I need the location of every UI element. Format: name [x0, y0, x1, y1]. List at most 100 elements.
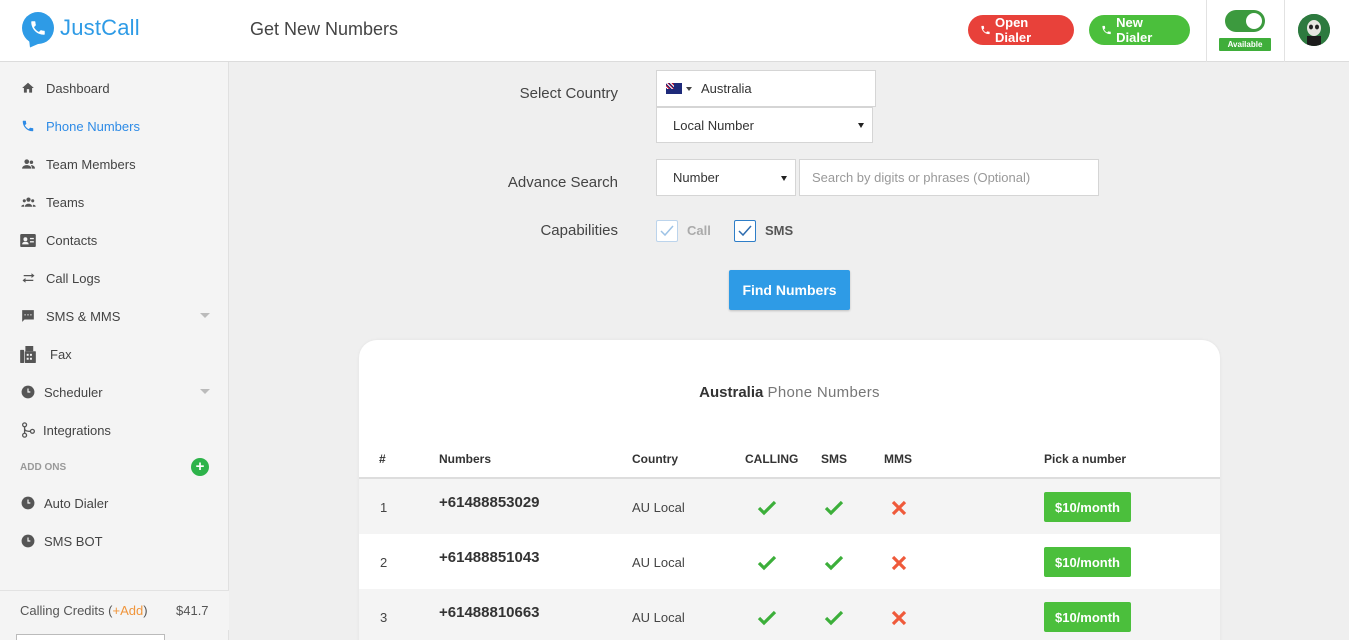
find-numbers-button[interactable]: Find Numbers: [729, 270, 850, 310]
country-value: Australia: [701, 81, 752, 96]
calling-check-icon: [757, 500, 777, 516]
avatar[interactable]: [1298, 14, 1330, 46]
search-by-value: Number: [673, 170, 720, 185]
column-header-country: Country: [632, 452, 678, 466]
availability-badge: Available: [1219, 38, 1271, 51]
call-logs-icon: [20, 270, 36, 286]
pick-number-button[interactable]: $10/month: [1044, 492, 1131, 522]
sidebar-item-dashboard[interactable]: Dashboard: [20, 78, 110, 98]
availability-toggle[interactable]: [1225, 10, 1265, 32]
row-index: 3: [380, 610, 388, 625]
pick-number-button[interactable]: $10/month: [1044, 547, 1131, 577]
top-bar: JustCall Get New Numbers Open Dialer New…: [0, 0, 1349, 62]
mms-cross-icon: [891, 500, 907, 516]
chevron-down-icon[interactable]: [200, 389, 210, 394]
phone-icon: [981, 25, 990, 35]
sidebar-item-scheduler[interactable]: Scheduler: [20, 382, 103, 402]
column-header-numbers: Numbers: [439, 452, 492, 466]
sms-check-icon: [824, 500, 844, 516]
country-select[interactable]: Australia: [656, 70, 876, 107]
call-checkbox-label: Call: [687, 223, 711, 238]
contacts-icon: [20, 232, 36, 248]
sidebar-item-fax[interactable]: Fax: [20, 344, 72, 364]
sidebar-item-label: Fax: [50, 346, 72, 362]
sidebar-item-label: Team Members: [46, 156, 136, 172]
sidebar-item-call-logs[interactable]: Call Logs: [20, 268, 100, 288]
table-row: 1 +61488853029 AU Local $10/month: [359, 479, 1220, 534]
calling-check-icon: [757, 610, 777, 626]
sidebar-item-label: Phone Numbers: [46, 118, 140, 134]
sms-icon: [20, 308, 36, 324]
sidebar-item-teams[interactable]: Teams: [20, 192, 84, 212]
column-header-sms: SMS: [821, 452, 848, 466]
page-title: Get New Numbers: [250, 19, 399, 39]
row-country: AU Local: [632, 555, 685, 570]
calling-credits: Calling Credits (+Add) $41.7: [0, 590, 229, 630]
fax-icon: [20, 345, 36, 363]
search-input[interactable]: Search by digits or phrases (Optional): [799, 159, 1099, 196]
team-members-icon: [20, 156, 36, 172]
sidebar-item-label: Scheduler: [44, 384, 103, 400]
credits-label: Calling Credits (+Add): [20, 603, 148, 618]
capabilities-label: Capabilities: [540, 222, 618, 239]
chevron-down-icon: [781, 175, 787, 181]
sidebar-item-sms-bot[interactable]: SMS BOT: [20, 531, 103, 551]
sidebar-item-label: SMS & MMS: [46, 308, 121, 324]
sidebar-item-label: Auto Dialer: [44, 495, 109, 511]
phone-number: +61488851043: [439, 549, 540, 566]
number-type-select[interactable]: Local Number: [656, 107, 873, 143]
advance-search-label: Advance Search: [507, 174, 618, 191]
sidebar: Dashboard Phone Numbers Team Members Tea…: [0, 62, 229, 640]
sidebar-item-team-members[interactable]: Team Members: [20, 154, 136, 174]
sidebar-item-label: Call Logs: [46, 270, 101, 286]
add-credits-link[interactable]: +Add: [112, 603, 143, 618]
chevron-down-icon[interactable]: [200, 313, 210, 318]
clock-icon: [20, 384, 36, 400]
sidebar-item-integrations[interactable]: Integrations: [20, 420, 111, 440]
sidebar-item-label: Teams: [46, 194, 85, 210]
call-checkbox[interactable]: [656, 220, 678, 242]
header-divider: [1206, 0, 1207, 62]
column-header-calling: CALLING: [745, 452, 799, 466]
open-dialer-button[interactable]: Open Dialer: [968, 15, 1074, 45]
search-by-select[interactable]: Number: [656, 159, 796, 196]
add-addon-button[interactable]: +: [191, 458, 209, 476]
justcall-logo[interactable]: JustCall: [22, 12, 140, 44]
sms-check-icon: [824, 555, 844, 571]
results-card: Australia Phone Numbers # Numbers Countr…: [359, 340, 1220, 640]
results-title-country: Australia: [699, 384, 764, 401]
chevron-down-icon: [858, 123, 864, 128]
table-row: 3 +61488810663 AU Local $10/month: [359, 589, 1220, 640]
sms-checkbox[interactable]: [734, 220, 756, 242]
sms-check-icon: [824, 610, 844, 626]
results-title: Australia Phone Numbers: [359, 384, 1220, 401]
new-dialer-label: New Dialer: [1116, 15, 1153, 45]
phone-number: +61488810663: [439, 604, 540, 621]
results-title-suffix: Phone Numbers: [767, 384, 880, 401]
search-placeholder: Search by digits or phrases (Optional): [812, 170, 1031, 185]
row-index: 2: [380, 555, 388, 570]
row-country: AU Local: [632, 500, 685, 515]
sidebar-item-phone-numbers[interactable]: Phone Numbers: [20, 116, 140, 136]
clock-icon: [20, 495, 36, 511]
new-dialer-button[interactable]: New Dialer: [1089, 15, 1190, 45]
checkmark-icon: [660, 225, 674, 237]
logo-phone-icon: [22, 12, 54, 44]
mms-cross-icon: [891, 555, 907, 571]
teams-icon: [20, 194, 36, 210]
phone-icon: [20, 118, 36, 134]
header-divider: [1284, 0, 1285, 62]
avatar-icon: [1298, 14, 1330, 46]
sidebar-item-contacts[interactable]: Contacts: [20, 230, 97, 250]
chevron-down-icon: [686, 86, 692, 91]
credits-value: $41.7: [176, 603, 209, 618]
sidebar-item-label: Integrations: [43, 422, 111, 438]
clock-icon: [20, 533, 36, 549]
pick-number-button[interactable]: $10/month: [1044, 602, 1131, 632]
sidebar-item-sms-mms[interactable]: SMS & MMS: [20, 306, 120, 326]
row-index: 1: [380, 500, 388, 515]
number-type-value: Local Number: [673, 117, 754, 133]
sidebar-item-auto-dialer[interactable]: Auto Dialer: [20, 493, 108, 513]
language-select[interactable]: [16, 634, 165, 640]
checkmark-icon: [738, 225, 752, 237]
